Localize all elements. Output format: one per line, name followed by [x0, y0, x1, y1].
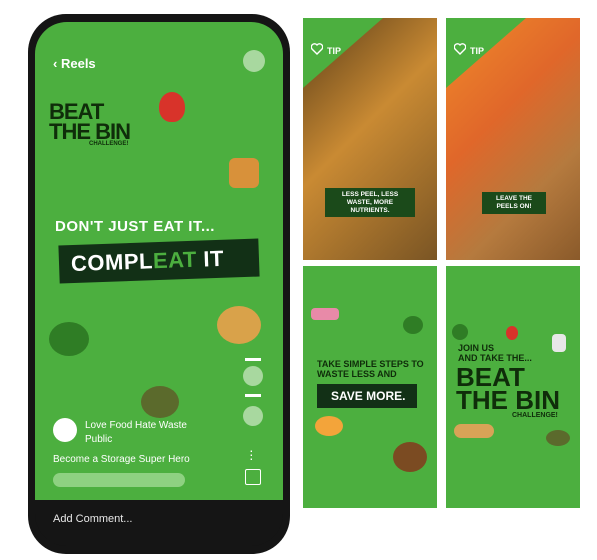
tip-card-carrots[interactable]: TIP LEAVE THE PEELS ON!: [446, 18, 580, 260]
beat-the-bin-logo: BEAT THE BIN CHALLENGE!: [456, 362, 560, 419]
strawberry-image: [506, 326, 518, 340]
comment-button[interactable]: [243, 406, 263, 426]
comment-input[interactable]: Add Comment...: [53, 513, 132, 525]
broccoli-image: [403, 316, 423, 334]
strawberry-image: [159, 92, 185, 122]
account-name[interactable]: Love Food Hate Waste: [85, 420, 187, 431]
bread-image: [454, 424, 494, 438]
heart-icon: [454, 43, 466, 55]
card-save-more[interactable]: TAKE SIMPLE STEPS TO WASTE LESS AND SAVE…: [303, 266, 437, 508]
divider: [245, 394, 261, 397]
bottle-image: [552, 334, 566, 352]
divider: [245, 358, 261, 361]
phone-frame: ‹ Reels BEAT THE BIN CHALLENGE! DON'T JU…: [28, 14, 290, 554]
audio-pill[interactable]: [53, 473, 185, 487]
tip-label: TIP: [327, 46, 342, 56]
broccoli-image: [452, 324, 468, 340]
like-button[interactable]: [243, 366, 263, 386]
headline-text: DON'T JUST EAT IT...: [55, 218, 215, 235]
orange-image: [315, 416, 343, 436]
ice-lolly-image: [311, 308, 339, 320]
heart-icon: [311, 43, 323, 55]
share-icon[interactable]: [245, 469, 261, 485]
tip-label: TIP: [470, 46, 485, 56]
broccoli-image: [49, 322, 89, 356]
potato-image: [217, 306, 261, 344]
tip-card-potatoes[interactable]: TIP LESS PEEL, LESS WASTE, MORE NUTRIENT…: [303, 18, 437, 260]
croutons-image: [229, 158, 259, 188]
chevron-left-icon: ‹: [53, 56, 58, 71]
beat-the-bin-logo: BEAT THE BIN CHALLENGE!: [49, 99, 131, 147]
compleat-banner: COMPLEAT IT: [58, 238, 260, 284]
burger-image: [393, 442, 427, 472]
avocado-image: [141, 386, 179, 418]
camera-button[interactable]: [243, 50, 265, 72]
save-more-banner: SAVE MORE.: [317, 384, 417, 408]
comment-bar[interactable]: Add Comment...: [35, 500, 283, 546]
back-button[interactable]: ‹ Reels: [53, 56, 96, 71]
back-label: Reels: [60, 56, 96, 71]
card-text: JOIN US AND TAKE THE...: [458, 343, 532, 363]
card-text: TAKE SIMPLE STEPS TO WASTE LESS AND: [317, 359, 424, 379]
more-icon[interactable]: · · ·: [249, 443, 254, 465]
card-beat-the-bin[interactable]: JOIN US AND TAKE THE... BEAT THE BIN CHA…: [446, 266, 580, 508]
avatar[interactable]: [53, 418, 77, 442]
tip-caption: LESS PEEL, LESS WASTE, MORE NUTRIENTS.: [325, 188, 415, 218]
account-privacy: Public: [85, 434, 113, 445]
tip-caption: LEAVE THE PEELS ON!: [482, 192, 546, 214]
reel-screen: ‹ Reels BEAT THE BIN CHALLENGE! DON'T JU…: [35, 22, 283, 500]
caption-text: Become a Storage Super Hero: [53, 454, 190, 465]
avocado-image: [546, 430, 570, 446]
